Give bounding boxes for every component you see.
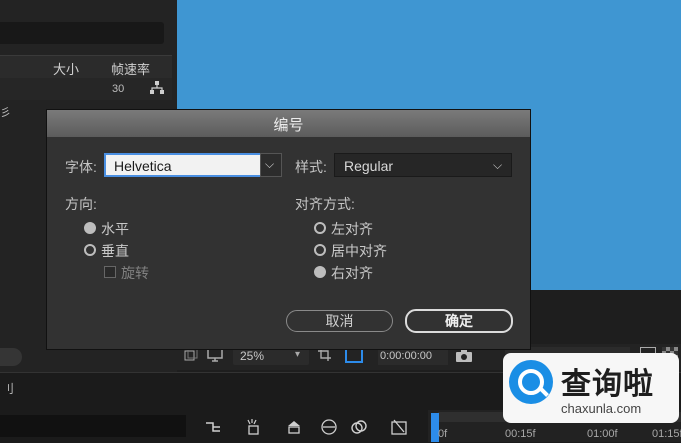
direction-label: 方向: [65, 196, 97, 212]
style-label: 样式: [295, 159, 327, 175]
chevron-down-icon: ⌵ [493, 158, 503, 172]
column-frame-rate[interactable]: 帧速率 [111, 59, 150, 78]
direction-vertical-radio[interactable] [84, 244, 96, 256]
ruler-label: 01:00f [587, 428, 618, 440]
region-icon[interactable] [184, 348, 198, 362]
project-search-field[interactable] [0, 22, 164, 44]
magnification-value: 25% [240, 349, 265, 363]
search-logo-icon [509, 360, 553, 404]
align-right-radio[interactable] [314, 266, 326, 278]
align-center-label[interactable]: 居中对齐 [331, 241, 387, 261]
camera-icon[interactable] [455, 349, 473, 363]
timecode-value: 0:00:00:00 [380, 350, 432, 362]
rotate-label[interactable]: 旋转 [121, 263, 149, 283]
ruler-icon[interactable] [390, 418, 408, 436]
flowchart-icon[interactable] [150, 81, 164, 95]
magnifier-handle [539, 387, 549, 397]
chevron-down-icon: ▾ [295, 349, 301, 360]
alignment-label: 对齐方式: [295, 196, 355, 212]
watermark-domain: chaxunla.com [561, 401, 642, 416]
font-family-input[interactable]: Helvetica [104, 153, 262, 177]
align-right-label[interactable]: 右对齐 [331, 263, 373, 283]
grid-icon[interactable] [318, 348, 334, 362]
ok-button[interactable]: 确定 [405, 309, 513, 333]
project-item-row[interactable]: 30 [0, 78, 172, 100]
monitor-icon[interactable] [207, 348, 223, 362]
direction-horizontal-label[interactable]: 水平 [101, 219, 129, 239]
thumbnail-slider[interactable] [0, 348, 22, 366]
ruler-label: 0f [438, 428, 448, 440]
project-columns-header: 大小 帧速率 [0, 55, 172, 79]
ruler-label: 01:15f [652, 428, 681, 440]
ruler-label: 00:15f [505, 428, 536, 440]
graph-editor-icon[interactable] [350, 418, 368, 436]
align-left-label[interactable]: 左对齐 [331, 219, 373, 239]
font-family-value: Helvetica [114, 158, 172, 174]
direction-horizontal-radio[interactable] [84, 222, 96, 234]
cancel-button[interactable]: 取消 [286, 310, 393, 332]
font-style-value: Regular [344, 158, 394, 174]
font-style-select[interactable]: Regular ⌵ [334, 153, 512, 177]
chevron-down-icon: ⌵ [265, 157, 275, 171]
shy-layers-icon[interactable] [244, 418, 262, 436]
timeline-search-input[interactable] [0, 415, 186, 437]
dialog-title: 编号 [273, 117, 304, 134]
font-family-dropdown-button[interactable]: ⌵ [260, 153, 282, 177]
watermark-brand: 查询啦 [561, 367, 654, 402]
align-left-radio[interactable] [314, 222, 326, 234]
column-size[interactable]: 大小 [53, 59, 79, 78]
frame-rate-value: 30 [112, 83, 125, 95]
motion-blur-icon[interactable] [320, 418, 338, 436]
frame-blending-icon[interactable] [285, 418, 303, 436]
truncated-label: 彡 [0, 107, 11, 119]
font-label: 字体: [65, 159, 97, 175]
timeline-fragment: 刂 [2, 382, 15, 396]
numbers-dialog: 编号 字体: Helvetica ⌵ 样式: Regular ⌵ 方向: 水平 … [47, 110, 530, 349]
direction-vertical-label[interactable]: 垂直 [101, 241, 129, 261]
watermark: 查询啦 chaxunla.com [503, 353, 679, 423]
rotate-checkbox[interactable] [104, 266, 116, 278]
composition-flowchart-icon[interactable] [204, 418, 222, 436]
align-center-radio[interactable] [314, 244, 326, 256]
